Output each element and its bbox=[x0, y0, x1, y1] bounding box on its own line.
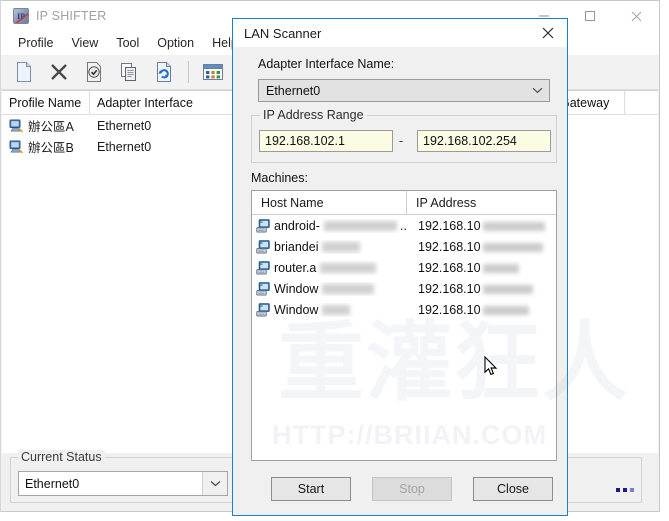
chevron-down-icon[interactable] bbox=[525, 87, 549, 94]
adapter-interface-combobox[interactable]: Ethernet0 bbox=[258, 79, 550, 102]
menu-option[interactable]: Option bbox=[148, 33, 203, 54]
column-profile-name[interactable]: Profile Name bbox=[2, 90, 90, 115]
machine-ip-prefix: 192.168.10 bbox=[418, 260, 481, 275]
machine-ip-address: 192.168.10 bbox=[407, 240, 543, 254]
machine-host-name: android-.. bbox=[252, 219, 407, 233]
profile-name: 辦公區B bbox=[28, 141, 74, 155]
ip-address-range-group: IP Address Range 192.168.102.1 - 192.168… bbox=[251, 108, 557, 163]
machine-ip-prefix: 192.168.10 bbox=[418, 239, 481, 254]
copy-profile-icon[interactable] bbox=[114, 58, 144, 86]
ip-range-end-input[interactable]: 192.168.102.254 bbox=[417, 130, 551, 152]
delete-profile-icon[interactable] bbox=[44, 58, 74, 86]
start-button[interactable]: Start bbox=[271, 477, 351, 501]
machine-host-name: Window bbox=[252, 282, 407, 296]
stop-button: Stop bbox=[372, 477, 452, 501]
current-status-legend: Current Status bbox=[18, 450, 105, 464]
machine-host-prefix: router.a bbox=[274, 260, 317, 275]
ip-range-legend: IP Address Range bbox=[260, 108, 367, 122]
machine-host-suffix: .. bbox=[400, 218, 407, 233]
machine-host-redacted bbox=[323, 220, 398, 231]
machine-host-name: Window bbox=[252, 303, 407, 317]
machine-host-prefix: android- bbox=[274, 218, 320, 233]
current-status-combobox[interactable]: Ethernet0 bbox=[18, 471, 228, 496]
column-host-name[interactable]: Host Name bbox=[252, 191, 407, 215]
machine-ip-redacted bbox=[482, 242, 543, 252]
machines-label: Machines: bbox=[251, 171, 308, 185]
close-icon[interactable] bbox=[613, 1, 659, 31]
ip-range-separator: - bbox=[399, 134, 404, 148]
adapter-interface-value: Ethernet0 bbox=[266, 83, 321, 98]
machine-ip-prefix: 192.168.10 bbox=[418, 281, 481, 296]
computer-icon bbox=[256, 218, 271, 233]
apply-profile-icon[interactable] bbox=[79, 58, 109, 86]
refresh-profile-icon[interactable] bbox=[149, 58, 179, 86]
close-button[interactable]: Close bbox=[473, 477, 553, 501]
machine-ip-redacted bbox=[482, 221, 545, 231]
status-overflow-indicator[interactable] bbox=[616, 488, 634, 492]
machine-host-redacted bbox=[322, 241, 361, 252]
machine-row[interactable]: Window 192.168.10 bbox=[252, 299, 556, 320]
maximize-icon[interactable] bbox=[567, 1, 613, 31]
machine-host-name: briandei bbox=[252, 240, 407, 254]
machines-list[interactable]: Host Name IP Address android-.. 192.168.1… bbox=[251, 190, 557, 461]
computer-icon bbox=[256, 239, 271, 254]
column-ip-address[interactable]: IP Address bbox=[407, 191, 554, 215]
adapter-interface-label: Adapter Interface Name: bbox=[258, 57, 395, 71]
lan-scanner-dialog: LAN Scanner Adapter Interface Name: Ethe… bbox=[232, 18, 568, 516]
machine-ip-address: 192.168.10 bbox=[407, 303, 529, 317]
profile-name: 辦公區A bbox=[28, 120, 74, 134]
machine-ip-address: 192.168.10 bbox=[407, 282, 533, 296]
toolbar-separator bbox=[188, 61, 189, 83]
menu-profile[interactable]: Profile bbox=[9, 33, 62, 54]
menu-tool[interactable]: Tool bbox=[107, 33, 148, 54]
close-icon[interactable] bbox=[529, 19, 567, 47]
machine-row[interactable]: Window 192.168.10 bbox=[252, 278, 556, 299]
machine-ip-address: 192.168.10 bbox=[407, 219, 545, 233]
computer-icon bbox=[256, 302, 271, 317]
dialog-titlebar: LAN Scanner bbox=[233, 19, 567, 47]
machine-ip-prefix: 192.168.10 bbox=[418, 302, 481, 317]
machine-host-prefix: Window bbox=[274, 302, 319, 317]
machine-host-redacted bbox=[320, 262, 377, 273]
machine-ip-prefix: 192.168.10 bbox=[418, 218, 481, 233]
ip-range-start-input[interactable]: 192.168.102.1 bbox=[259, 130, 393, 152]
app-logo-icon: IP bbox=[13, 8, 29, 24]
machines-rows: android-.. 192.168.10 briandei 192.168.10 ro… bbox=[252, 215, 556, 320]
profile-network-icon bbox=[9, 119, 24, 133]
machine-row[interactable]: router.a 192.168.10 bbox=[252, 257, 556, 278]
current-status-value: Ethernet0 bbox=[25, 476, 80, 491]
computer-icon bbox=[256, 260, 271, 275]
machine-row[interactable]: briandei 192.168.10 bbox=[252, 236, 556, 257]
machine-host-prefix: briandei bbox=[274, 239, 319, 254]
machine-ip-redacted bbox=[482, 305, 529, 315]
machine-ip-redacted bbox=[482, 284, 533, 294]
profile-network-icon bbox=[9, 140, 24, 154]
new-profile-icon[interactable] bbox=[9, 58, 39, 86]
machine-host-redacted bbox=[322, 283, 375, 294]
machine-row[interactable]: android-.. 192.168.10 bbox=[252, 215, 556, 236]
computer-icon bbox=[256, 281, 271, 296]
app-title: IP SHIFTER bbox=[36, 9, 107, 23]
machines-list-header: Host Name IP Address bbox=[252, 191, 556, 215]
view-mode-icon[interactable] bbox=[198, 58, 228, 86]
machine-host-prefix: Window bbox=[274, 281, 319, 296]
menu-view[interactable]: View bbox=[62, 33, 107, 54]
chevron-down-icon[interactable] bbox=[202, 472, 227, 495]
machine-host-name: router.a bbox=[252, 261, 407, 275]
machine-host-redacted bbox=[322, 304, 351, 315]
dialog-title: LAN Scanner bbox=[244, 25, 322, 41]
machine-ip-address: 192.168.10 bbox=[407, 261, 519, 275]
machine-ip-redacted bbox=[482, 263, 519, 273]
